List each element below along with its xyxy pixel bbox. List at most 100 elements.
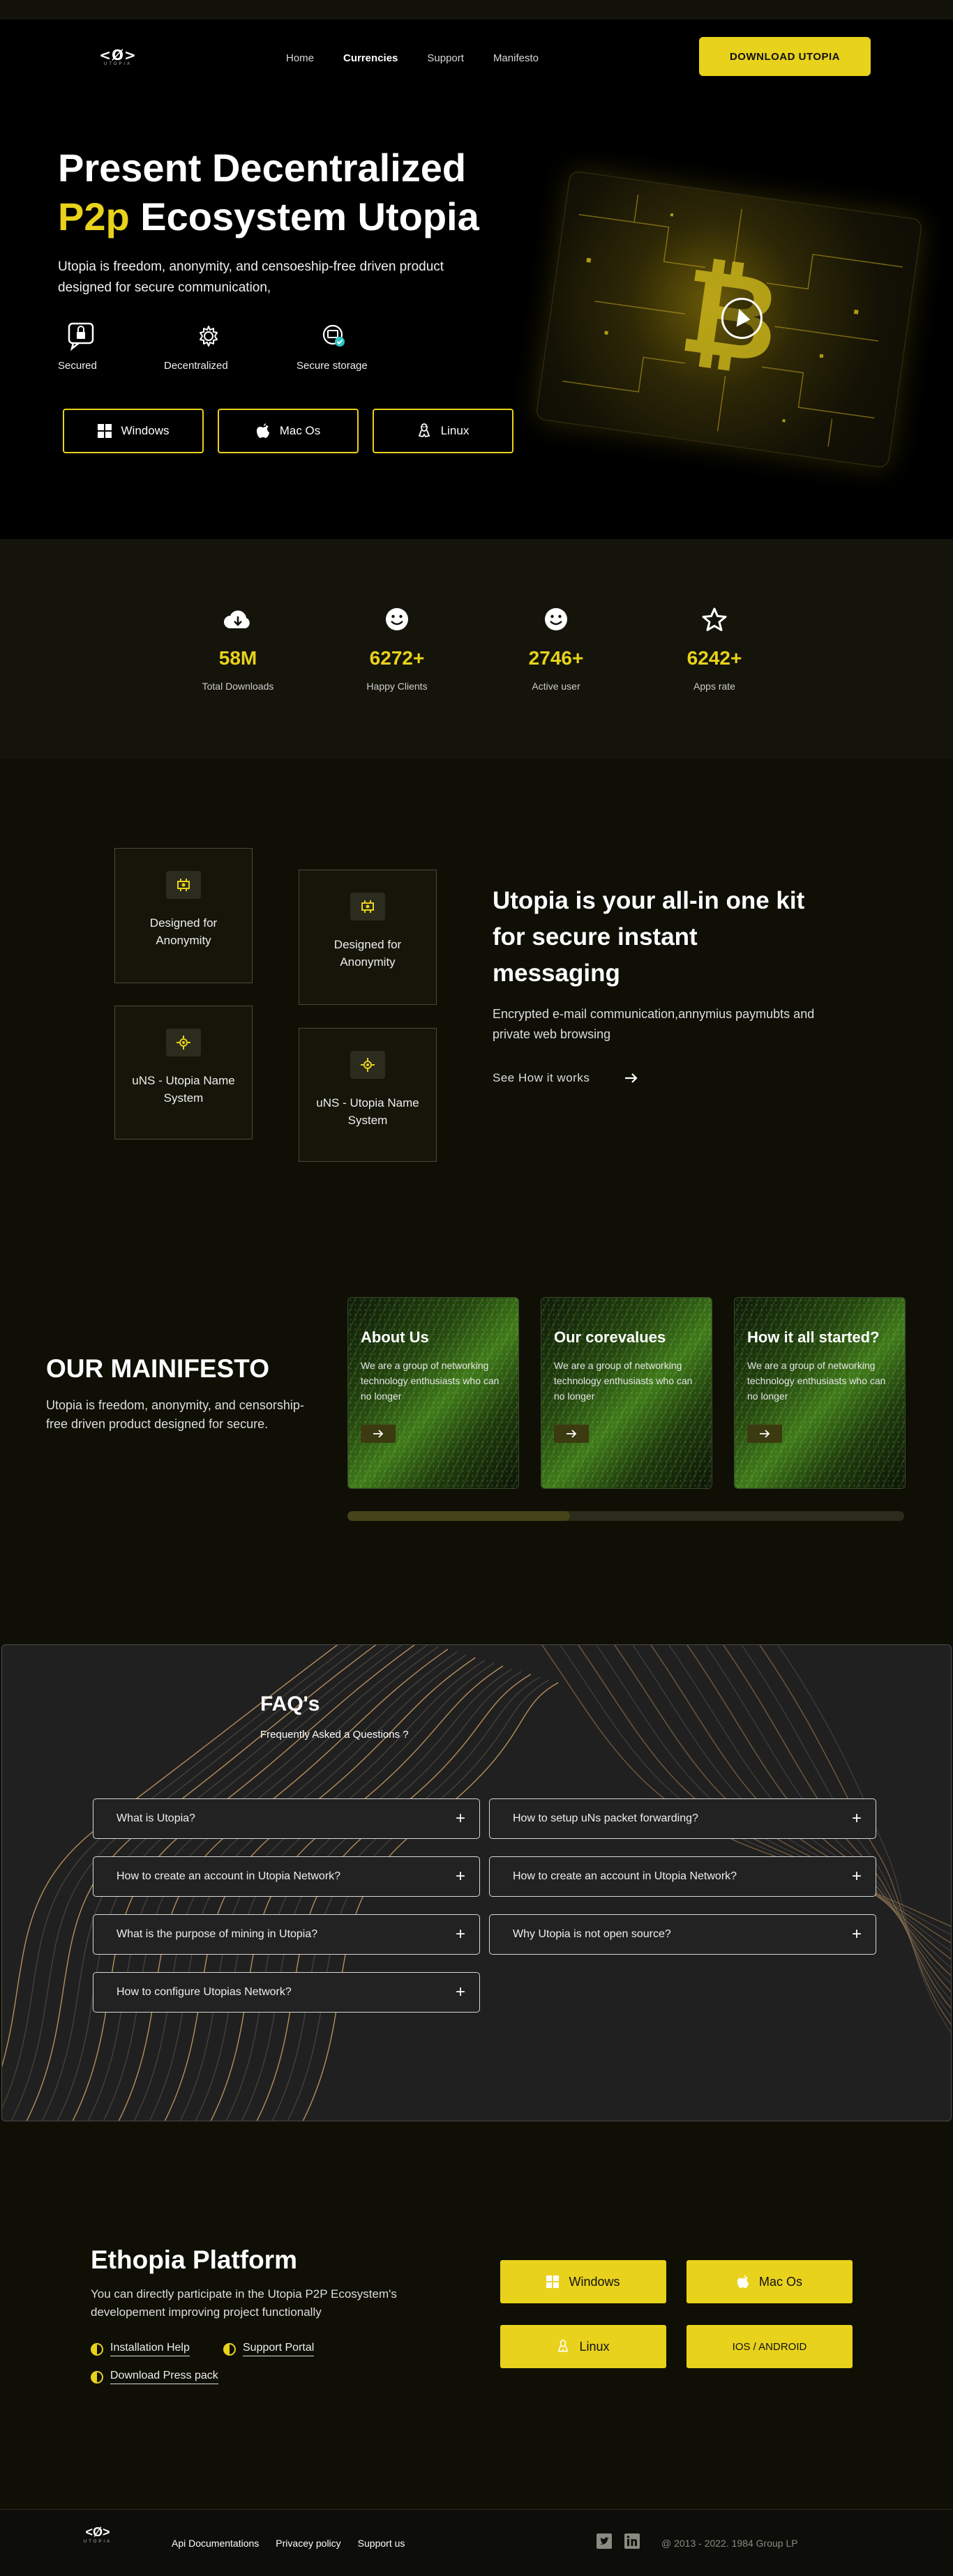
linkedin-icon[interactable] bbox=[624, 2533, 640, 2549]
plus-icon: + bbox=[455, 1809, 465, 1828]
stat-clients: 6272+ Happy Clients bbox=[341, 605, 453, 692]
footer-link-api[interactable]: Api Documentations bbox=[172, 2538, 259, 2549]
manifesto-card-corevalues[interactable]: Our corevalues We are a group of network… bbox=[541, 1297, 712, 1489]
card-title: About Us bbox=[361, 1328, 429, 1346]
stat-value: 58M bbox=[218, 647, 257, 669]
feature-card-anonymity-2[interactable]: Designed for Anonymity bbox=[299, 870, 437, 1005]
arrow-right-icon bbox=[760, 1430, 770, 1438]
star-icon bbox=[659, 605, 770, 633]
platform-description: You can directly participate in the Utop… bbox=[91, 2287, 397, 2319]
faq-item[interactable]: How to configure Utopias Network? + bbox=[93, 1972, 480, 2013]
hero-title: Present Decentralized P2p Ecosystem Utop… bbox=[58, 144, 532, 241]
card-title: How it all started? bbox=[747, 1328, 880, 1346]
faq-subtitle: Frequently Asked a Questions ? bbox=[260, 1729, 409, 1741]
arrow-button[interactable] bbox=[361, 1425, 396, 1443]
nav-currencies[interactable]: Currencies bbox=[343, 52, 398, 64]
see-how-label: See How it works bbox=[493, 1071, 590, 1084]
faq-title: FAQ's bbox=[260, 1692, 320, 1715]
feature-card-anonymity[interactable]: Designed for Anonymity bbox=[114, 848, 253, 983]
footer-link-support[interactable]: Support us bbox=[358, 2538, 405, 2549]
stat-downloads: 58M Total Downloads bbox=[182, 605, 294, 692]
apple-icon bbox=[256, 423, 269, 438]
windows-icon bbox=[97, 424, 112, 438]
feature-card-uns[interactable]: uNS - Utopia Name System bbox=[114, 1006, 253, 1139]
manifesto-card-history[interactable]: How it all started? We are a group of ne… bbox=[734, 1297, 906, 1489]
gear-icon bbox=[192, 319, 225, 353]
faq-item[interactable]: What is the purpose of mining in Utopia?… bbox=[93, 1914, 480, 1955]
windows-button[interactable]: Windows bbox=[63, 409, 204, 453]
platform-windows-button[interactable]: Windows bbox=[500, 2260, 666, 2303]
manifesto-scrollbar[interactable] bbox=[347, 1511, 904, 1521]
macos-button[interactable]: Mac Os bbox=[218, 409, 359, 453]
twitter-icon[interactable] bbox=[596, 2533, 612, 2549]
card-text: Designed for Anonymity bbox=[333, 938, 402, 969]
logo-sub: UTOPIA bbox=[83, 2540, 112, 2544]
feature-decentralized: Decentralized bbox=[164, 319, 297, 372]
feature-label: Decentralized bbox=[164, 360, 228, 372]
download-button[interactable]: DOWNLOAD UTOPIA bbox=[699, 37, 871, 76]
apple-icon bbox=[737, 2275, 749, 2288]
footer-logo[interactable]: <Ø> UTOPIA bbox=[79, 2525, 117, 2544]
linux-button[interactable]: Linux bbox=[373, 409, 513, 453]
download-press-pack-link[interactable]: Download Press pack bbox=[91, 2370, 218, 2384]
card-text: Designed for Anonymity bbox=[149, 916, 218, 947]
kit-description: Encrypted e-mail communication,annymius … bbox=[493, 1007, 815, 1041]
feature-card-uns-2[interactable]: uNS - Utopia Name System bbox=[299, 1028, 437, 1162]
footer-links: Api Documentations Privacey policy Suppo… bbox=[172, 2538, 405, 2549]
plus-icon: + bbox=[455, 1983, 465, 2001]
stat-value: 2746+ bbox=[528, 647, 584, 669]
support-portal-link[interactable]: Support Portal bbox=[223, 2342, 315, 2356]
half-circle-icon bbox=[91, 2370, 103, 2384]
storage-check-icon bbox=[317, 319, 351, 353]
stat-label: Active user bbox=[532, 681, 580, 692]
card-text: We are a group of networking technology … bbox=[361, 1360, 500, 1402]
hero-bitcoin-art: ₿ bbox=[535, 170, 923, 469]
network-icon bbox=[166, 1029, 201, 1056]
manifesto-title: OUR MAINIFESTO bbox=[46, 1354, 269, 1383]
stat-label: Total Downloads bbox=[202, 681, 274, 692]
hero-title-accent: P2p bbox=[58, 195, 130, 238]
hero-title-line2: Ecosystem Utopia bbox=[129, 195, 479, 238]
chip-icon bbox=[350, 893, 385, 920]
stat-active-users: 2746+ Active user bbox=[500, 605, 612, 692]
faq-item[interactable]: How to setup uNs packet forwarding? + bbox=[489, 1798, 876, 1839]
scrollbar-thumb[interactable] bbox=[347, 1511, 571, 1521]
arrow-button[interactable] bbox=[554, 1425, 589, 1443]
nav-support[interactable]: Support bbox=[427, 52, 464, 64]
platform-macos-button[interactable]: Mac Os bbox=[686, 2260, 853, 2303]
stat-label: Happy Clients bbox=[366, 681, 428, 692]
kit-title: Utopia is your all-in one kit for secure… bbox=[493, 887, 805, 987]
installation-help-link[interactable]: Installation Help bbox=[91, 2342, 190, 2356]
arrow-button[interactable] bbox=[747, 1425, 782, 1443]
windows-icon bbox=[546, 2275, 560, 2288]
stat-label: Apps rate bbox=[693, 681, 735, 692]
hero-title-line1: Present Decentralized bbox=[58, 146, 467, 190]
platform-mobile-button[interactable]: IOS / ANDROID bbox=[686, 2325, 853, 2368]
nav-home[interactable]: Home bbox=[286, 52, 314, 64]
nav-manifesto[interactable]: Manifesto bbox=[493, 52, 539, 64]
faq-item[interactable]: How to create an account in Utopia Netwo… bbox=[489, 1856, 876, 1897]
logo-mark: <Ø> bbox=[99, 47, 137, 63]
arrow-right-icon bbox=[373, 1430, 384, 1438]
stats-section: 58M Total Downloads 6272+ Happy Clients … bbox=[0, 539, 953, 759]
feature-label: Secure storage bbox=[297, 360, 368, 372]
faq-item[interactable]: How to create an account in Utopia Netwo… bbox=[93, 1856, 480, 1897]
half-circle-icon bbox=[91, 2342, 103, 2356]
footer-link-privacy[interactable]: Privacey policy bbox=[276, 2538, 340, 2549]
logo[interactable]: <Ø> UTOPIA bbox=[98, 47, 138, 66]
linux-label: Linux bbox=[440, 424, 470, 437]
manifesto-card-about[interactable]: About Us We are a group of networking te… bbox=[347, 1297, 519, 1489]
card-text: We are a group of networking technology … bbox=[554, 1360, 693, 1402]
plus-icon: + bbox=[851, 1867, 862, 1886]
platform-title: Ethopia Platform bbox=[91, 2245, 298, 2274]
faq-item[interactable]: Why Utopia is not open source? + bbox=[489, 1914, 876, 1955]
faq-item[interactable]: What is Utopia? + bbox=[93, 1798, 480, 1839]
card-text: We are a group of networking technology … bbox=[747, 1360, 886, 1402]
platform-linux-button[interactable]: Linux bbox=[500, 2325, 666, 2368]
plus-icon: + bbox=[851, 1925, 862, 1944]
network-icon bbox=[350, 1051, 385, 1079]
logo-mark: <Ø> bbox=[85, 2525, 110, 2539]
feature-label: Secured bbox=[58, 360, 97, 372]
stat-apps-rate: 6242+ Apps rate bbox=[659, 605, 770, 692]
see-how-link[interactable]: See How it works bbox=[493, 1071, 638, 1085]
